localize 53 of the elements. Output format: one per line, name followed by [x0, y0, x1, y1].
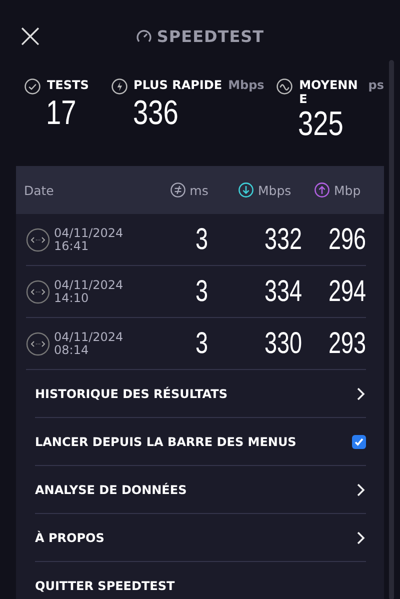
- connection-icon: [26, 280, 50, 304]
- menu-item[interactable]: LANCER DEPUIS LA BARRE DES MENUS: [35, 417, 366, 465]
- download-cell-text: 332: [263, 222, 302, 256]
- stat-unit: ps: [368, 78, 384, 92]
- result-row[interactable]: 04/11/2024 16:41 3 332 296: [26, 214, 366, 266]
- menu-item-label: LANCER DEPUIS LA BARRE DES MENUS: [35, 434, 296, 448]
- menu-item-label: QUITTER SPEEDTEST: [35, 578, 175, 592]
- menu-item-label: ANALYSE DE DONNÉES: [35, 482, 187, 496]
- date-cell: 04/11/2024 08:14: [54, 330, 124, 356]
- menu-item[interactable]: HISTORIQUE DES RÉSULTATS: [35, 370, 366, 417]
- download-cell-text: 330: [263, 326, 302, 360]
- upload-icon: [314, 182, 330, 198]
- column-header: Mbps: [258, 182, 292, 198]
- upload-cell-text: 294: [327, 274, 366, 308]
- chevron-right-icon: [356, 482, 366, 496]
- column-header: Date: [24, 182, 54, 198]
- chevron-right-icon: [356, 386, 366, 400]
- date-cell: 04/11/2024 16:41: [54, 226, 124, 252]
- menu-item[interactable]: QUITTER SPEEDTEST: [35, 561, 366, 599]
- connection-icon: [26, 332, 50, 356]
- column-header: ms: [190, 182, 208, 198]
- result-row[interactable]: 04/11/2024 08:14 3 330 293: [26, 318, 366, 370]
- menu-item[interactable]: À PROPOS: [35, 513, 366, 561]
- date-cell: 04/11/2024 14:10: [54, 278, 124, 304]
- upload-cell-text: 293: [327, 326, 366, 360]
- chevron-right-icon: [356, 530, 366, 544]
- menu-item-label: HISTORIQUE DES RÉSULTATS: [35, 386, 228, 400]
- ping-cell-text: 3: [194, 326, 208, 360]
- checkbox[interactable]: [352, 434, 366, 448]
- bolt-circle-icon: [110, 78, 128, 95]
- menu-item-label: À PROPOS: [35, 530, 104, 544]
- stat-value: 17: [46, 95, 78, 131]
- close-button[interactable]: ×: [16, 24, 40, 48]
- check-circle-icon: [24, 78, 41, 95]
- app-title: SPEEDTEST: [156, 26, 264, 46]
- wave-circle-icon: [276, 78, 294, 95]
- result-row[interactable]: 04/11/2024 14:10 3 334 294: [26, 266, 366, 318]
- stat-value: 325: [298, 106, 344, 142]
- stat-value: 336: [132, 95, 179, 131]
- stat-label: MOYENN E: [299, 78, 359, 106]
- scrollbar[interactable]: [389, 60, 394, 599]
- download-icon: [238, 182, 254, 198]
- ping-cell-text: 3: [194, 222, 208, 256]
- ping-cell-text: 3: [194, 274, 208, 308]
- stat-label: PLUS RAPIDE: [134, 78, 222, 92]
- stat-label: TESTS: [47, 78, 89, 92]
- download-cell-text: 334: [263, 274, 302, 308]
- gauge-icon: [136, 29, 152, 43]
- connection-icon: [26, 228, 50, 252]
- menu-item[interactable]: ANALYSE DE DONNÉES: [35, 465, 366, 513]
- upload-cell-text: 296: [327, 222, 366, 256]
- column-header: Mbp: [334, 182, 361, 198]
- stat-unit: Mbps: [228, 78, 264, 92]
